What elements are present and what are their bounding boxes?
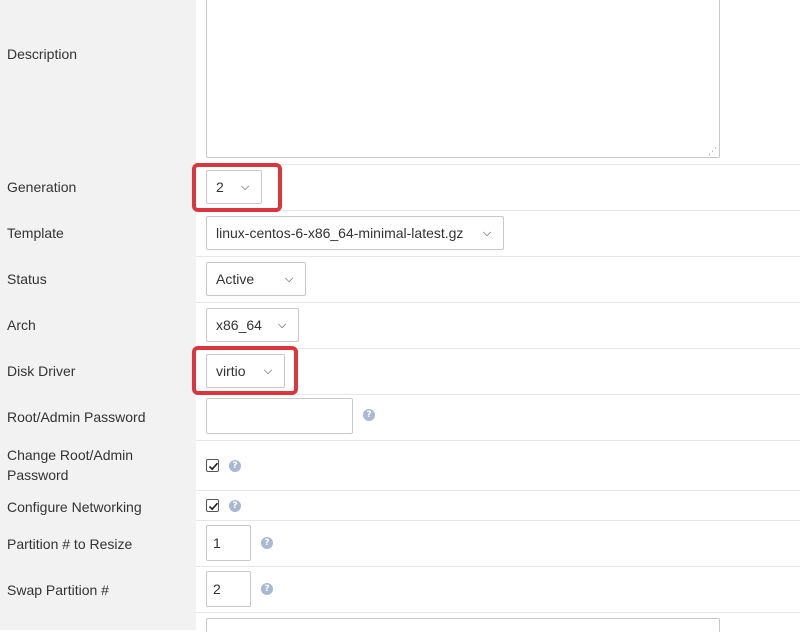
description-row: Description ⋰ [0,0,800,164]
change-root-password-row: Change Root/Admin Password ? [0,441,800,490]
chevron-down-icon: ⌵ [240,180,250,193]
resize-grip-icon[interactable]: ⋰ [708,146,718,156]
help-icon[interactable]: ? [363,409,375,421]
help-icon[interactable]: ? [229,460,241,472]
root-password-row: Root/Admin Password ? [0,395,800,440]
generation-value: 2 [216,179,224,195]
disk-driver-value: virtio [216,363,246,379]
checkmark-icon [208,502,219,511]
description-textarea[interactable] [206,0,720,158]
template-value: linux-centos-6-x86_64-minimal-latest.gz [216,225,464,241]
swap-partition-label: Swap Partition # [7,582,109,598]
arch-select[interactable]: x86_64 ⌵ [206,308,299,342]
checkmark-icon [208,462,219,471]
partition-resize-label: Partition # to Resize [7,536,133,552]
chevron-down-icon: ⌵ [277,318,287,331]
disk-driver-row: Disk Driver virtio ⌵ [0,349,800,394]
status-value: Active [216,271,255,287]
disk-driver-select[interactable]: virtio ⌵ [206,354,285,388]
template-label: Template [7,225,64,241]
help-icon[interactable]: ? [261,583,273,595]
partition-resize-row: Partition # to Resize 1 ? [0,521,800,566]
partition-resize-input[interactable]: 1 [206,525,251,561]
change-root-password-label-line1: Change Root/Admin [7,447,134,463]
swap-partition-input[interactable]: 2 [206,571,251,607]
arch-value: x86_64 [216,317,262,333]
template-select[interactable]: linux-centos-6-x86_64-minimal-latest.gz … [206,216,504,250]
divider [196,612,800,613]
help-icon[interactable]: ? [261,537,273,549]
generation-label: Generation [7,179,77,195]
arch-row: Arch x86_64 ⌵ [0,303,800,348]
help-icon[interactable]: ? [229,500,241,512]
disk-driver-label: Disk Driver [7,363,76,379]
status-label: Status [7,271,47,287]
template-row: Template linux-centos-6-x86_64-minimal-l… [0,211,800,256]
change-root-password-checkbox[interactable] [206,459,219,472]
description-label: Description [7,46,78,62]
arch-label: Arch [7,317,36,333]
configure-networking-row: Configure Networking ? [0,491,800,520]
configure-networking-checkbox[interactable] [206,499,219,512]
root-password-input[interactable] [206,398,353,434]
generation-select[interactable]: 2 ⌵ [206,170,262,204]
change-root-password-label-line2: Password [7,467,69,483]
configure-networking-label: Configure Networking [7,499,142,515]
generation-row: Generation 2 ⌵ [0,165,800,210]
swap-partition-row: Swap Partition # 2 ? [0,567,800,612]
chevron-down-icon: ⌵ [482,226,492,239]
status-select[interactable]: Active ⌵ [206,262,306,296]
partition-resize-value: 1 [213,535,221,551]
status-row: Status Active ⌵ [0,257,800,302]
root-password-label: Root/Admin Password [7,409,146,425]
swap-partition-value: 2 [213,581,221,597]
chevron-down-icon: ⌵ [263,364,273,377]
chevron-down-icon: ⌵ [284,272,294,285]
